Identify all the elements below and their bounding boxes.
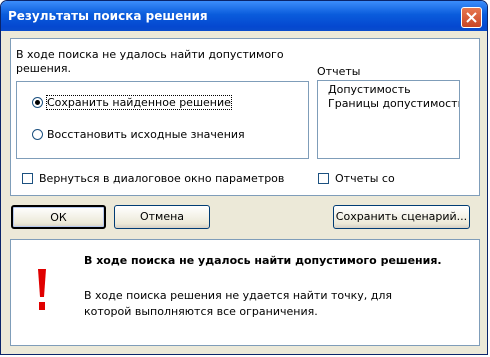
keep-solution-radio[interactable] <box>32 97 43 108</box>
save-scenario-label: Сохранить сценарий... <box>335 210 468 223</box>
reports-listbox[interactable]: Допустимость Границы допустимости <box>317 80 460 159</box>
solution-options-group <box>16 81 309 159</box>
solver-results-dialog: Результаты поиска решения В ходе поиска … <box>0 0 488 355</box>
restore-values-radio[interactable] <box>32 129 43 140</box>
close-button[interactable] <box>461 7 482 28</box>
status-message: В ходе поиска не удалось найти допустимо… <box>16 48 284 75</box>
cancel-button[interactable]: Отмена <box>114 205 210 229</box>
report-item-feasibility[interactable]: Допустимость <box>328 83 411 96</box>
cancel-button-label: Отмена <box>139 210 185 223</box>
title-bar[interactable]: Результаты поиска решения <box>1 1 487 31</box>
info-title: В ходе поиска не удалось найти допустимо… <box>84 254 442 267</box>
return-to-params-checkbox[interactable] <box>22 173 33 184</box>
info-text: В ходе поиска решения не удается найти т… <box>84 289 393 318</box>
reports-label: Отчеты <box>317 65 361 78</box>
report-item-feasibility-bounds[interactable]: Границы допустимости <box>328 97 459 110</box>
outline-reports-checkbox[interactable] <box>318 173 329 184</box>
keep-solution-label[interactable]: Сохранить найденное решение <box>46 95 232 110</box>
ok-button-label: ОК <box>50 211 67 224</box>
restore-values-label[interactable]: Восстановить исходные значения <box>47 128 245 141</box>
exclamation-icon <box>38 269 46 310</box>
save-scenario-button[interactable]: Сохранить сценарий... <box>333 205 470 229</box>
close-icon <box>466 12 477 23</box>
dialog-title: Результаты поиска решения <box>8 9 208 23</box>
outline-reports-label[interactable]: Отчеты со <box>335 172 395 185</box>
ok-button[interactable]: ОК <box>11 205 106 229</box>
return-to-params-label[interactable]: Вернуться в диалоговое окно параметров <box>39 172 284 185</box>
